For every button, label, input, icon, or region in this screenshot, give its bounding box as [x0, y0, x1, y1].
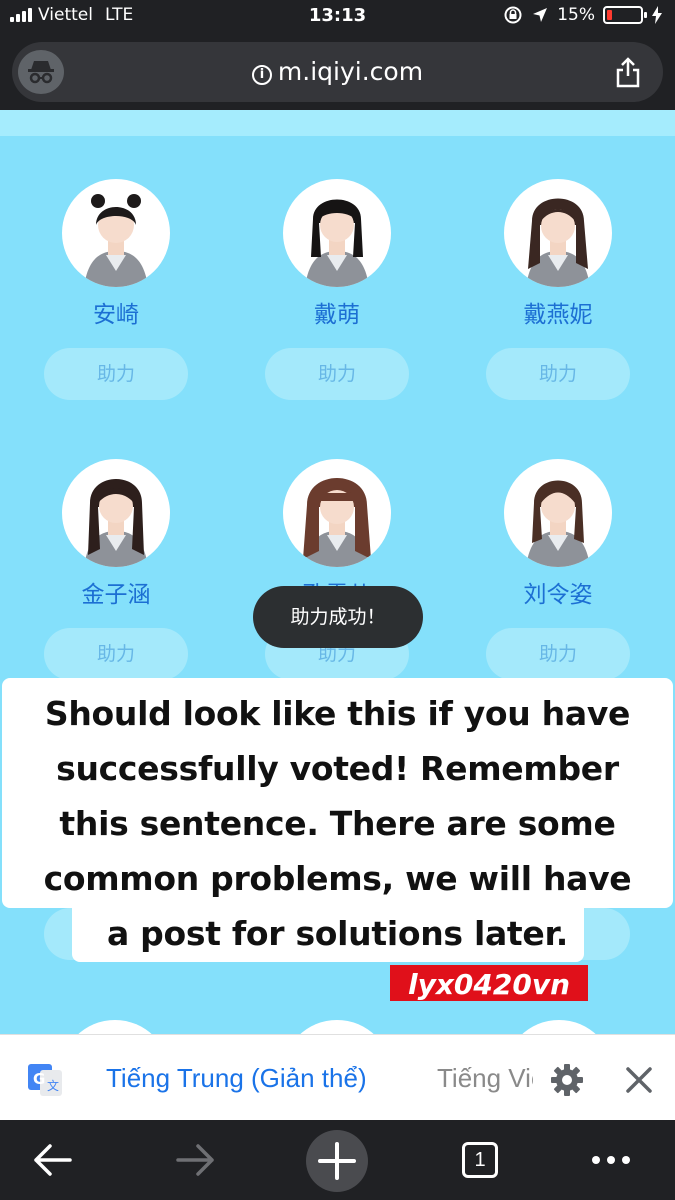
member-card: 刘令姿 助力 [468, 459, 648, 680]
member-avatar [283, 459, 391, 567]
caption-line: common problems, we will have [43, 859, 632, 898]
plus-icon [318, 1142, 356, 1180]
member-name: 戴燕妮 [523, 302, 593, 328]
url-display[interactable]: i m.iqiyi.com [12, 57, 663, 86]
rotation-lock-icon [504, 6, 522, 24]
translate-bar: G 文 Tiếng Trung (Giản thể) Tiếng Việt [0, 1034, 675, 1120]
caption-line: a post for solutions later. [107, 914, 568, 953]
member-card: 戴萌 助力 [247, 179, 427, 400]
battery-icon [603, 6, 647, 24]
browser-top-bar: i m.iqiyi.com [0, 36, 675, 110]
new-tab-button[interactable] [306, 1130, 368, 1192]
site-info-icon[interactable]: i [251, 65, 272, 85]
share-icon[interactable] [613, 56, 643, 88]
vote-success-toast: 助力成功！ [253, 586, 423, 648]
battery-percent: 15% [557, 5, 595, 25]
caption-text: Should look like this if you have succes… [0, 686, 675, 961]
watermark-tag: lyx0420vn [390, 965, 588, 1001]
browser-toolbar: 1 [0, 1120, 675, 1200]
forward-arrow-icon[interactable] [172, 1140, 218, 1180]
member-avatar [62, 179, 170, 287]
page-header-strip [0, 110, 675, 136]
status-bar: Viettel LTE 13:13 15% [0, 0, 675, 36]
vote-button[interactable]: 助力 [486, 348, 630, 400]
member-name: 戴萌 [314, 302, 360, 328]
member-card: 安崎 助力 [26, 179, 206, 400]
caption-line: this sentence. There are some [59, 804, 616, 843]
target-language-tab[interactable]: Tiếng Việt [437, 1063, 533, 1094]
member-name: 刘令姿 [523, 582, 593, 608]
tab-switcher-button[interactable]: 1 [462, 1142, 498, 1178]
svg-text:G: G [33, 1070, 45, 1088]
caption-line: Should look like this if you have [44, 694, 631, 733]
svg-text:文: 文 [47, 1078, 59, 1093]
member-avatar [504, 179, 612, 287]
member-avatar [504, 459, 612, 567]
member-name: 金子涵 [81, 582, 151, 608]
member-avatar [283, 179, 391, 287]
charging-bolt-icon [652, 6, 662, 24]
member-avatar [62, 459, 170, 567]
google-translate-icon: G 文 [28, 1064, 62, 1096]
back-arrow-icon[interactable] [30, 1140, 76, 1180]
member-name: 安崎 [93, 302, 139, 328]
close-icon[interactable] [624, 1065, 654, 1095]
vote-button[interactable]: 助力 [44, 628, 188, 680]
member-card: 金子涵 助力 [26, 459, 206, 680]
gear-icon[interactable] [550, 1063, 584, 1097]
url-text: m.iqiyi.com [277, 57, 424, 86]
more-menu-icon[interactable] [588, 1150, 634, 1170]
vote-button[interactable]: 助力 [265, 348, 409, 400]
member-card: 戴燕妮 助力 [468, 179, 648, 400]
vote-button[interactable]: 助力 [44, 348, 188, 400]
vote-button[interactable]: 助力 [486, 628, 630, 680]
caption-line: successfully voted! Remember [56, 749, 619, 788]
address-bar[interactable]: i m.iqiyi.com [12, 42, 663, 102]
location-arrow-icon [533, 8, 548, 22]
source-language-tab[interactable]: Tiếng Trung (Giản thể) [106, 1063, 367, 1094]
